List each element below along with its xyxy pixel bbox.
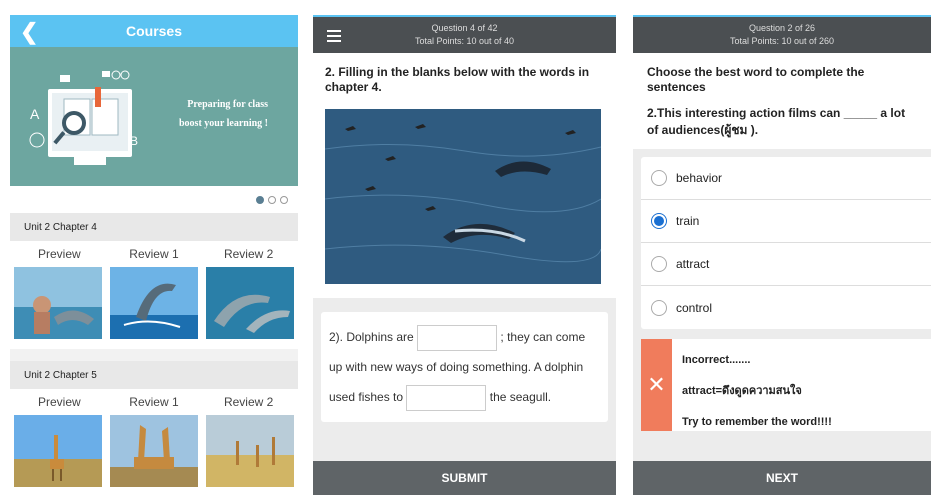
- review-2-thumbnail[interactable]: [206, 267, 294, 339]
- review-1-thumbnail[interactable]: [110, 415, 198, 487]
- dolphins-photo: [325, 109, 601, 284]
- review-2-link[interactable]: Review 2: [203, 395, 295, 409]
- review-2-link[interactable]: Review 2: [203, 247, 295, 261]
- question-progress: Question 2 of 26: [748, 23, 816, 33]
- points-total: Total Points: 10 out of 260: [729, 36, 835, 46]
- back-icon[interactable]: ❮: [20, 19, 38, 45]
- review-1-link[interactable]: Review 1: [108, 395, 200, 409]
- option-label: control: [676, 300, 713, 315]
- sentence-part-1: 2). Dolphins are: [329, 330, 414, 344]
- option-control[interactable]: control: [641, 286, 931, 329]
- unit-title: Unit 2 Chapter 4: [10, 213, 298, 241]
- courses-header: ❮ Courses: [10, 15, 298, 47]
- feedback-answer: attract=ดึงดูดความสนใจ: [682, 385, 802, 397]
- preview-link[interactable]: Preview: [13, 247, 105, 261]
- sentence-part-3: the seagull.: [489, 390, 552, 404]
- banner-line-2: boost your learning !: [179, 118, 268, 129]
- carousel-dots: [10, 186, 298, 213]
- unit-section: Preview Review 1 Review 2: [10, 241, 298, 349]
- blank-input-2[interactable]: [406, 384, 487, 411]
- feedback-panel: ✕ Incorrect....... attract=ดึงดูดความสนใ…: [641, 339, 931, 431]
- option-attract[interactable]: attract: [641, 243, 931, 286]
- promo-banner[interactable]: A B Preparing for class boost your learn…: [10, 47, 298, 186]
- option-train[interactable]: train: [641, 200, 931, 243]
- radio-selected-icon[interactable]: [651, 213, 667, 229]
- carousel-dot[interactable]: [280, 195, 288, 204]
- fill-blank-quiz-screen: Question 4 of 42 Total Points: 10 out of…: [313, 15, 616, 495]
- radio-icon[interactable]: [651, 170, 667, 186]
- courses-screen: ❮ Courses A B Preparing for class boost …: [10, 15, 298, 495]
- svg-text:A: A: [30, 106, 40, 122]
- radio-icon[interactable]: [651, 256, 667, 272]
- radio-icon[interactable]: [651, 299, 667, 316]
- feedback-tip: Try to remember the word!!!!: [682, 416, 832, 428]
- preview-link[interactable]: Preview: [13, 395, 105, 409]
- question-instruction: Choose the best word to complete the sen…: [647, 65, 865, 94]
- option-label: train: [676, 214, 700, 228]
- review-1-thumbnail[interactable]: [110, 267, 198, 339]
- question-text: 2.This interesting action films can ____…: [647, 106, 906, 137]
- review-1-link[interactable]: Review 1: [108, 247, 200, 261]
- next-button[interactable]: NEXT: [633, 461, 931, 495]
- blank-input-1[interactable]: [417, 324, 498, 351]
- multiple-choice-quiz-screen: Question 2 of 26 Total Points: 10 out of…: [633, 15, 931, 495]
- answer-options: behavior train attract control: [641, 157, 931, 329]
- points-total: Total Points: 10 out of 40: [414, 36, 515, 46]
- unit-section: Preview Review 1 Review 2: [10, 389, 298, 495]
- fill-blank-card: 2). Dolphins are ; they can come up with…: [321, 312, 608, 422]
- quiz-header: Question 2 of 26 Total Points: 10 out of…: [633, 15, 931, 53]
- page-title: Courses: [125, 23, 183, 39]
- carousel-dot[interactable]: [256, 195, 264, 204]
- submit-button[interactable]: SUBMIT: [313, 461, 616, 495]
- option-label: attract: [676, 257, 710, 271]
- quiz-header: Question 4 of 42 Total Points: 10 out of…: [313, 15, 616, 53]
- menu-icon[interactable]: [327, 30, 341, 42]
- feedback-status: Incorrect.......: [682, 354, 751, 366]
- preview-thumbnail[interactable]: [14, 267, 102, 339]
- close-icon: ✕: [641, 339, 672, 431]
- option-behavior[interactable]: behavior: [641, 157, 931, 200]
- question-prompt: 2. Filling in the blanks below with the …: [325, 65, 590, 94]
- review-2-thumbnail[interactable]: [206, 415, 294, 487]
- preview-thumbnail[interactable]: [14, 415, 102, 487]
- question-progress: Question 4 of 42: [431, 23, 498, 33]
- option-label: behavior: [676, 171, 723, 185]
- carousel-dot[interactable]: [268, 195, 276, 204]
- unit-title: Unit 2 Chapter 5: [10, 361, 298, 389]
- banner-line-1: Preparing for class: [187, 99, 268, 110]
